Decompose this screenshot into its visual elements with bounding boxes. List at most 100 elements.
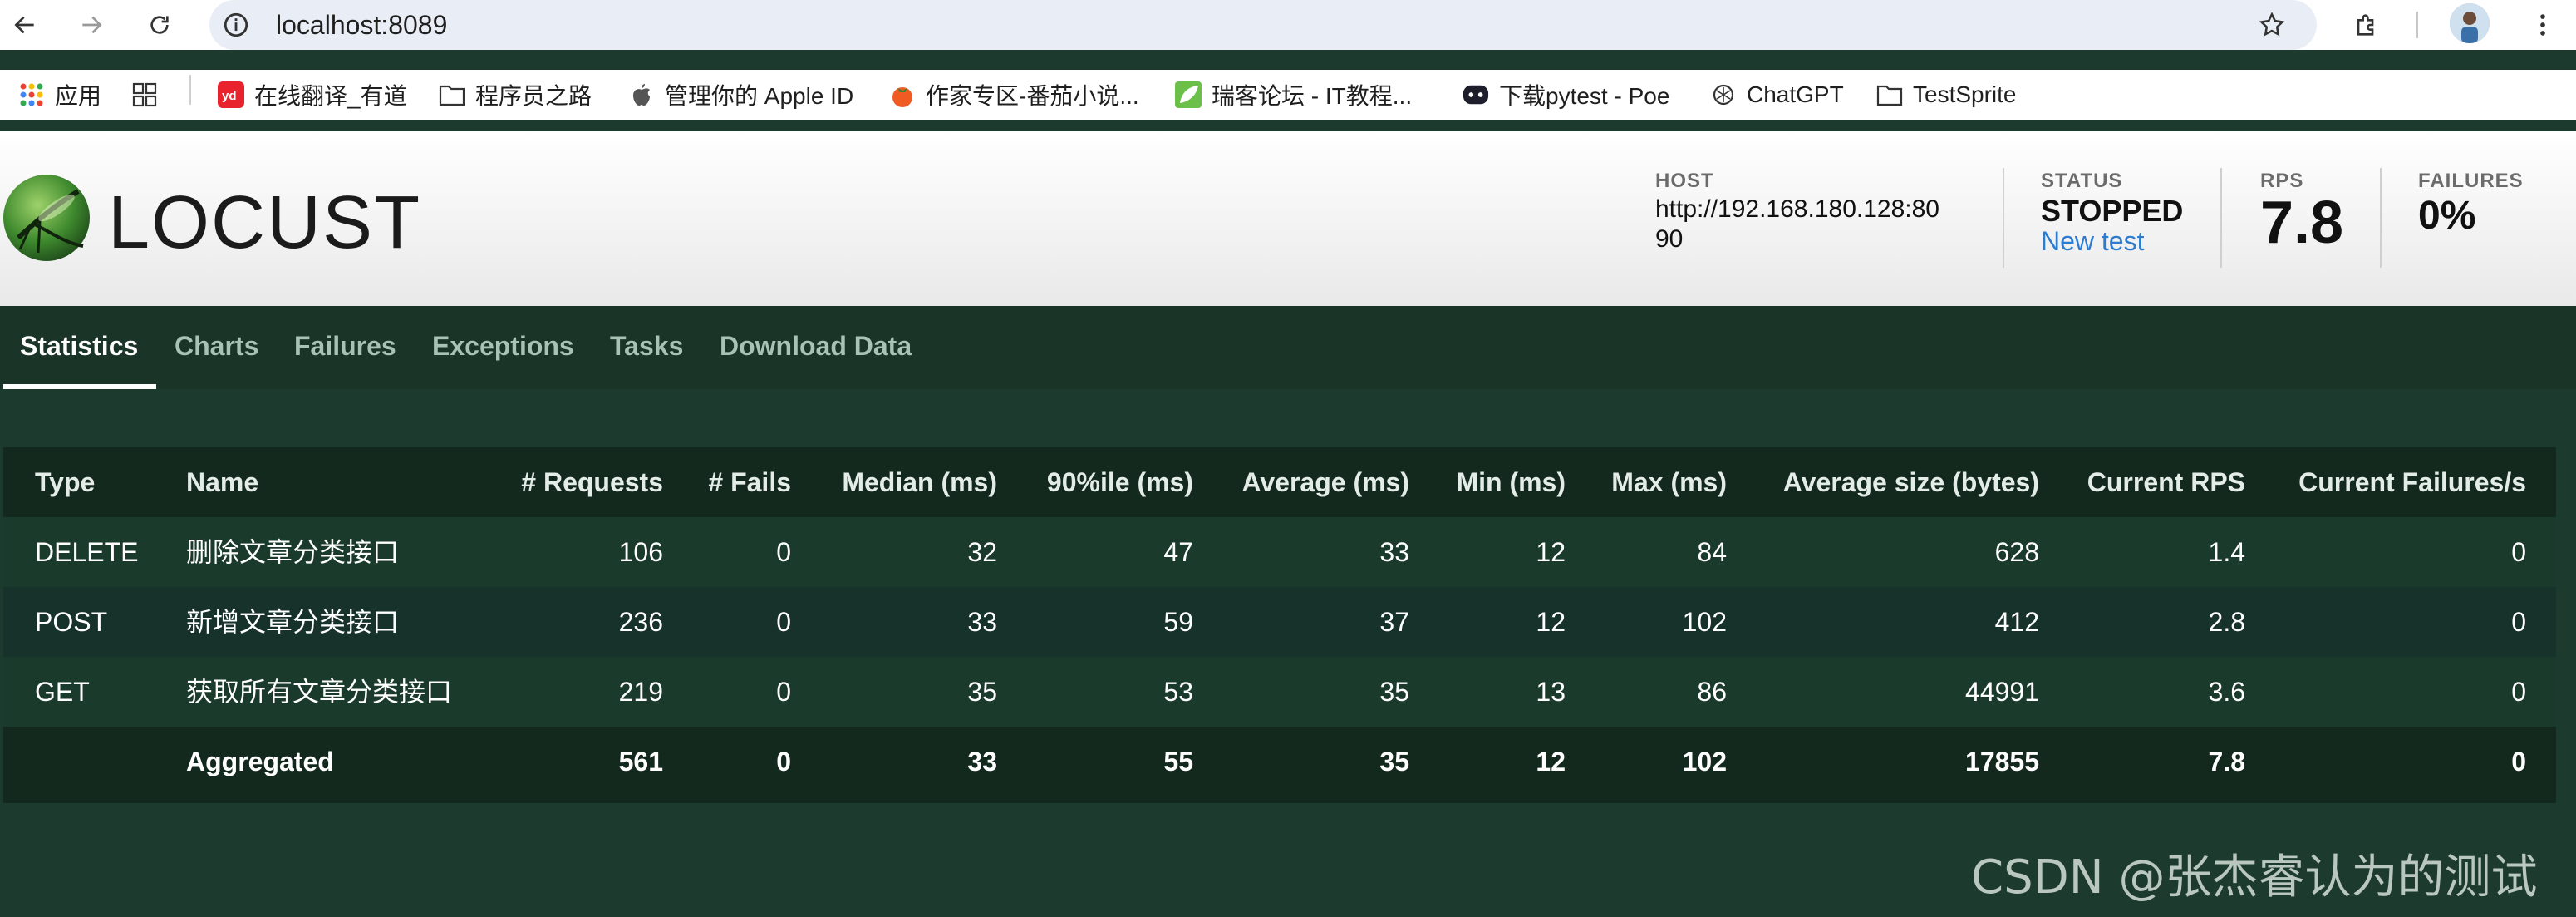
forward-arrow-icon[interactable]	[73, 7, 110, 43]
host-label: HOST	[1655, 170, 1714, 192]
url-text[interactable]: localhost:8089	[276, 8, 447, 42]
cell-max: 102	[1682, 747, 1727, 776]
browser-toolbar: localhost:8089	[0, 0, 2576, 50]
locust-logo-text: LOCUST	[108, 181, 422, 264]
tab-tasks[interactable]: Tasks	[610, 331, 683, 362]
header-divider	[2380, 168, 2382, 268]
bookmark-testsprite[interactable]: TestSprite	[1876, 76, 2017, 113]
address-bar[interactable]	[209, 0, 2317, 50]
cell-p90: 59	[1163, 607, 1193, 637]
tab-download-data[interactable]: Download Data	[720, 331, 912, 362]
chatgpt-icon	[1710, 81, 1737, 108]
tab-groups-icon	[131, 81, 158, 108]
extensions-puzzle-icon[interactable]	[2348, 7, 2385, 43]
failures-label: FAILURES	[2418, 170, 2524, 192]
column-header[interactable]: Current Failures/s	[2298, 447, 2526, 517]
tab-failures[interactable]: Failures	[294, 331, 396, 362]
bookmark-label: 瑞客论坛 - IT教程...	[1212, 83, 1413, 109]
new-test-link[interactable]: New test	[2041, 226, 2144, 257]
rps-value: 7.8	[2260, 190, 2344, 256]
cell-current-rps: 7.8	[2208, 747, 2245, 776]
tab-charts[interactable]: Charts	[175, 331, 258, 362]
table-row: DELETE 删除文章分类接口 106 0 32 47 33 12 84 628…	[3, 517, 2556, 587]
cell-avg-size: 44991	[1965, 677, 2039, 707]
cell-name: 删除文章分类接口	[186, 537, 400, 567]
bookmark-star-icon[interactable]	[2254, 7, 2290, 43]
cell-p90: 47	[1163, 537, 1193, 567]
bookmark-ruike[interactable]: 瑞客论坛 - IT教程...	[1175, 76, 1412, 113]
bookmark-fanqie[interactable]: 作家专区-番茄小说...	[889, 76, 1139, 113]
host-value-line2: 90	[1655, 225, 1684, 253]
tab-statistics[interactable]: Statistics	[20, 331, 138, 362]
cell-median: 32	[967, 537, 997, 567]
cell-current-rps: 1.4	[2208, 537, 2245, 567]
cell-median: 35	[967, 677, 997, 707]
column-header[interactable]: 90%ile (ms)	[1047, 447, 1193, 517]
column-header[interactable]: Current RPS	[2087, 447, 2245, 517]
cell-current-rps: 2.8	[2208, 607, 2245, 637]
bookmarks-divider	[189, 75, 191, 105]
cell-name: 获取所有文章分类接口	[186, 677, 453, 707]
cell-median: 33	[967, 607, 997, 637]
column-header[interactable]: Type	[35, 447, 95, 517]
youdao-icon: yd	[218, 81, 244, 108]
cell-current-failures: 0	[2511, 747, 2526, 776]
svg-text:yd: yd	[222, 89, 237, 103]
csdn-watermark: CSDN @张杰睿认为的测试	[1971, 850, 2538, 905]
cell-min: 12	[1536, 537, 1566, 567]
cell-current-failures: 0	[2511, 607, 2526, 637]
bookmark-chatgpt[interactable]: ChatGPT	[1710, 76, 1844, 113]
locust-header: LOCUST HOST http://192.168.180.128:80 90…	[0, 131, 2576, 306]
leaf-icon	[1175, 81, 1202, 108]
site-info-icon[interactable]	[219, 8, 253, 42]
column-header[interactable]: # Requests	[521, 447, 663, 517]
bookmark-label: 下载pytest - Poe	[1499, 83, 1670, 109]
bookmark-label: 程序员之路	[475, 83, 592, 109]
column-header[interactable]: Name	[186, 447, 258, 517]
cell-type: POST	[35, 607, 108, 637]
cell-min: 12	[1536, 607, 1566, 637]
bookmark-tab-groups[interactable]	[131, 76, 168, 113]
column-header[interactable]: Average (ms)	[1241, 447, 1409, 517]
cell-min: 12	[1536, 747, 1566, 776]
cell-name: Aggregated	[186, 747, 334, 776]
toolbar-divider	[2416, 12, 2418, 38]
cell-avg-size: 628	[1994, 537, 2039, 567]
column-header[interactable]: Min (ms)	[1456, 447, 1566, 517]
header-divider	[2220, 168, 2222, 268]
bookmark-poe[interactable]: 下载pytest - Poe	[1463, 76, 1669, 113]
bookmark-label: 管理你的 Apple ID	[665, 83, 854, 109]
poe-icon	[1463, 81, 1489, 108]
cell-fails: 0	[776, 677, 791, 707]
table-header-row: Type Name # Requests # Fails Median (ms)…	[3, 447, 2556, 517]
bookmark-label: 作家专区-番茄小说...	[926, 83, 1139, 109]
locust-logo-icon	[2, 173, 91, 263]
table-row: GET 获取所有文章分类接口 219 0 35 53 35 13 86 4499…	[3, 657, 2556, 727]
cell-current-failures: 0	[2511, 677, 2526, 707]
bookmark-label: TestSprite	[1913, 81, 2017, 107]
failures-value: 0%	[2418, 194, 2476, 238]
main-tabs: Statistics Charts Failures Exceptions Ta…	[0, 306, 2576, 389]
profile-avatar[interactable]	[2450, 3, 2490, 43]
bookmark-apple-id[interactable]: 管理你的 Apple ID	[628, 76, 853, 113]
column-header[interactable]: Max (ms)	[1611, 447, 1727, 517]
cell-requests: 561	[618, 747, 663, 776]
column-header[interactable]: # Fails	[708, 447, 791, 517]
bookmark-youdao[interactable]: yd 在线翻译_有道	[218, 76, 407, 113]
bookmark-apps[interactable]: 应用	[18, 76, 101, 113]
active-tab-indicator	[3, 384, 156, 389]
tab-exceptions[interactable]: Exceptions	[432, 331, 574, 362]
column-header[interactable]: Average size (bytes)	[1783, 447, 2039, 517]
more-menu-icon[interactable]	[2524, 7, 2561, 43]
table-row: POST 新增文章分类接口 236 0 33 59 37 12 102 412 …	[3, 587, 2556, 657]
bookmark-label: 应用	[55, 83, 102, 109]
reload-icon[interactable]	[141, 7, 178, 43]
cell-median: 33	[967, 747, 997, 776]
bookmark-label: 在线翻译_有道	[254, 83, 407, 109]
bookmark-programmer[interactable]: 程序员之路	[439, 76, 592, 113]
back-arrow-icon[interactable]	[7, 7, 43, 43]
cell-max: 102	[1682, 607, 1727, 637]
cell-p90: 53	[1163, 677, 1193, 707]
column-header[interactable]: Median (ms)	[842, 447, 997, 517]
status-label: STATUS	[2041, 170, 2123, 192]
